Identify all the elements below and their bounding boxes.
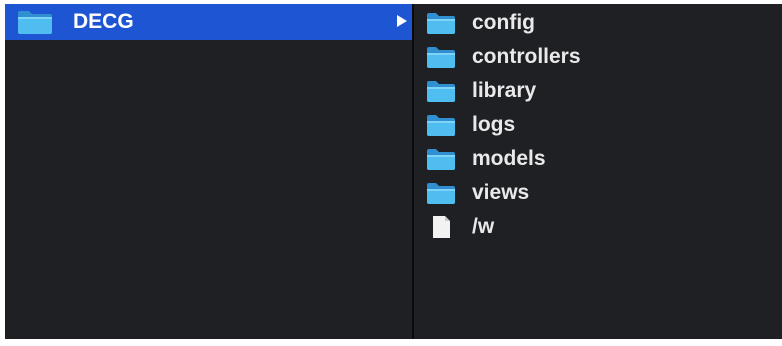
list-item-label: library xyxy=(472,79,537,102)
list-item-label: models xyxy=(472,147,546,170)
folder-icon xyxy=(426,147,456,171)
file-list: config controllers library logs models v… xyxy=(414,4,782,244)
list-item-controllers[interactable]: controllers xyxy=(414,40,782,74)
folder-icon xyxy=(426,181,456,205)
column-item-label: DECG xyxy=(73,10,134,33)
finder-column-view: DECG config controllers library logs mod… xyxy=(5,4,782,339)
list-item-library[interactable]: library xyxy=(414,74,782,108)
list-item-w[interactable]: /w xyxy=(414,210,782,244)
folder-icon xyxy=(426,45,456,69)
folder-icon xyxy=(426,113,456,137)
column-item-decg[interactable]: DECG xyxy=(5,4,412,40)
list-item-config[interactable]: config xyxy=(414,6,782,40)
list-item-models[interactable]: models xyxy=(414,142,782,176)
list-item-logs[interactable]: logs xyxy=(414,108,782,142)
list-item-label: controllers xyxy=(472,45,581,68)
folder-icon xyxy=(17,9,53,35)
list-item-label: config xyxy=(472,11,535,34)
list-item-views[interactable]: views xyxy=(414,176,782,210)
column-parent[interactable]: DECG xyxy=(5,4,414,339)
column-children[interactable]: config controllers library logs models v… xyxy=(414,4,782,339)
folder-icon xyxy=(426,79,456,103)
list-item-label: views xyxy=(472,181,530,204)
list-item-label: /w xyxy=(472,215,495,238)
disclosure-triangle-icon xyxy=(396,10,408,34)
file-icon xyxy=(426,215,456,239)
folder-icon xyxy=(426,11,456,35)
list-item-label: logs xyxy=(472,113,516,136)
